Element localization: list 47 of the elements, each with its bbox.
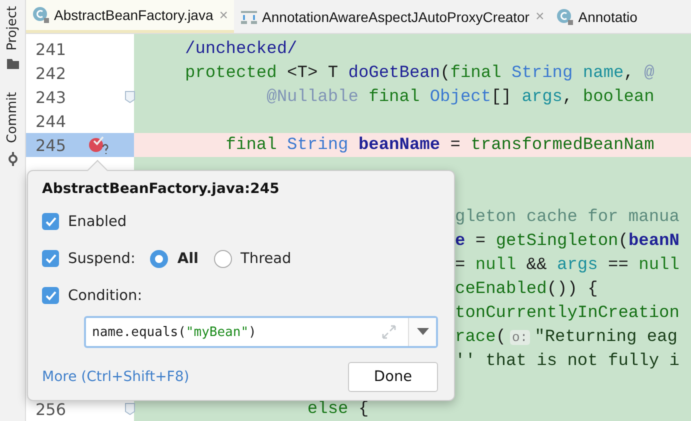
checkbox-label[interactable]: Condition: [68,288,142,304]
tool-window-button[interactable]: Commit [5,92,20,144]
line-number: 245 [34,136,66,154]
checkbox-label[interactable]: Enabled [68,214,127,230]
line-number: 242 [34,64,66,82]
commit-icon [6,152,20,166]
editor-tab[interactable]: AbstractBeanFactory.java × [26,0,234,33]
more-link[interactable]: More (Ctrl+Shift+F8) [42,369,190,385]
tool-window-button[interactable]: Project [5,6,20,50]
done-button[interactable]: Done [348,362,438,392]
caret-icon [416,328,428,336]
radio-button[interactable] [214,250,232,268]
radio-label[interactable]: Thread [240,250,292,266]
fold-icon[interactable] [125,91,135,103]
radio-button[interactable] [150,250,168,268]
editor-tab[interactable]: Annotatio [550,0,644,33]
line-number: 244 [34,112,66,130]
line-number: 243 [34,88,66,106]
diagram-icon [240,8,258,24]
code-line: protected <T> T doGetBean(final String name, @ [185,64,654,82]
code-line: else { [306,400,369,418]
code-line: tonCurrentlyInCreation [455,304,680,322]
line-number: 241 [34,40,66,58]
editor-tab[interactable]: AnnotationAwareAspectJAutoProxyCreator × [234,0,550,33]
condition-field[interactable]: name.equals("myBean") [84,316,438,348]
class-icon [556,8,574,26]
dropdown-button[interactable] [408,318,436,346]
checkbox-label[interactable]: Suspend: [68,250,136,266]
folder-icon [6,58,20,70]
code-line: gleton cache for manua [455,208,680,226]
code-line: @Nullable final Object[] args, boolean [266,88,654,106]
popup-title: AbstractBeanFactory.java:245 [42,181,280,199]
radio-label[interactable]: All [177,250,199,266]
code-line: final String beanName = transformedBeanNam [224,136,654,154]
line-number: 256 [34,400,66,418]
code-line: /unchecked/ [185,40,298,58]
code-line: = null && args == null [455,256,680,274]
code-line: ceEnabled()) { [455,280,598,298]
checkbox[interactable] [42,250,59,267]
code-line: race( o: "Returning eag [455,328,678,346]
checkbox[interactable] [42,287,59,304]
code-line: e = getSingleton(beanN [455,232,680,250]
code-line: '' that is not fully i [455,352,680,370]
fold-icon[interactable] [125,403,135,415]
checkbox[interactable] [42,213,59,230]
class-icon [32,6,50,24]
expand-icon[interactable] [380,323,398,341]
